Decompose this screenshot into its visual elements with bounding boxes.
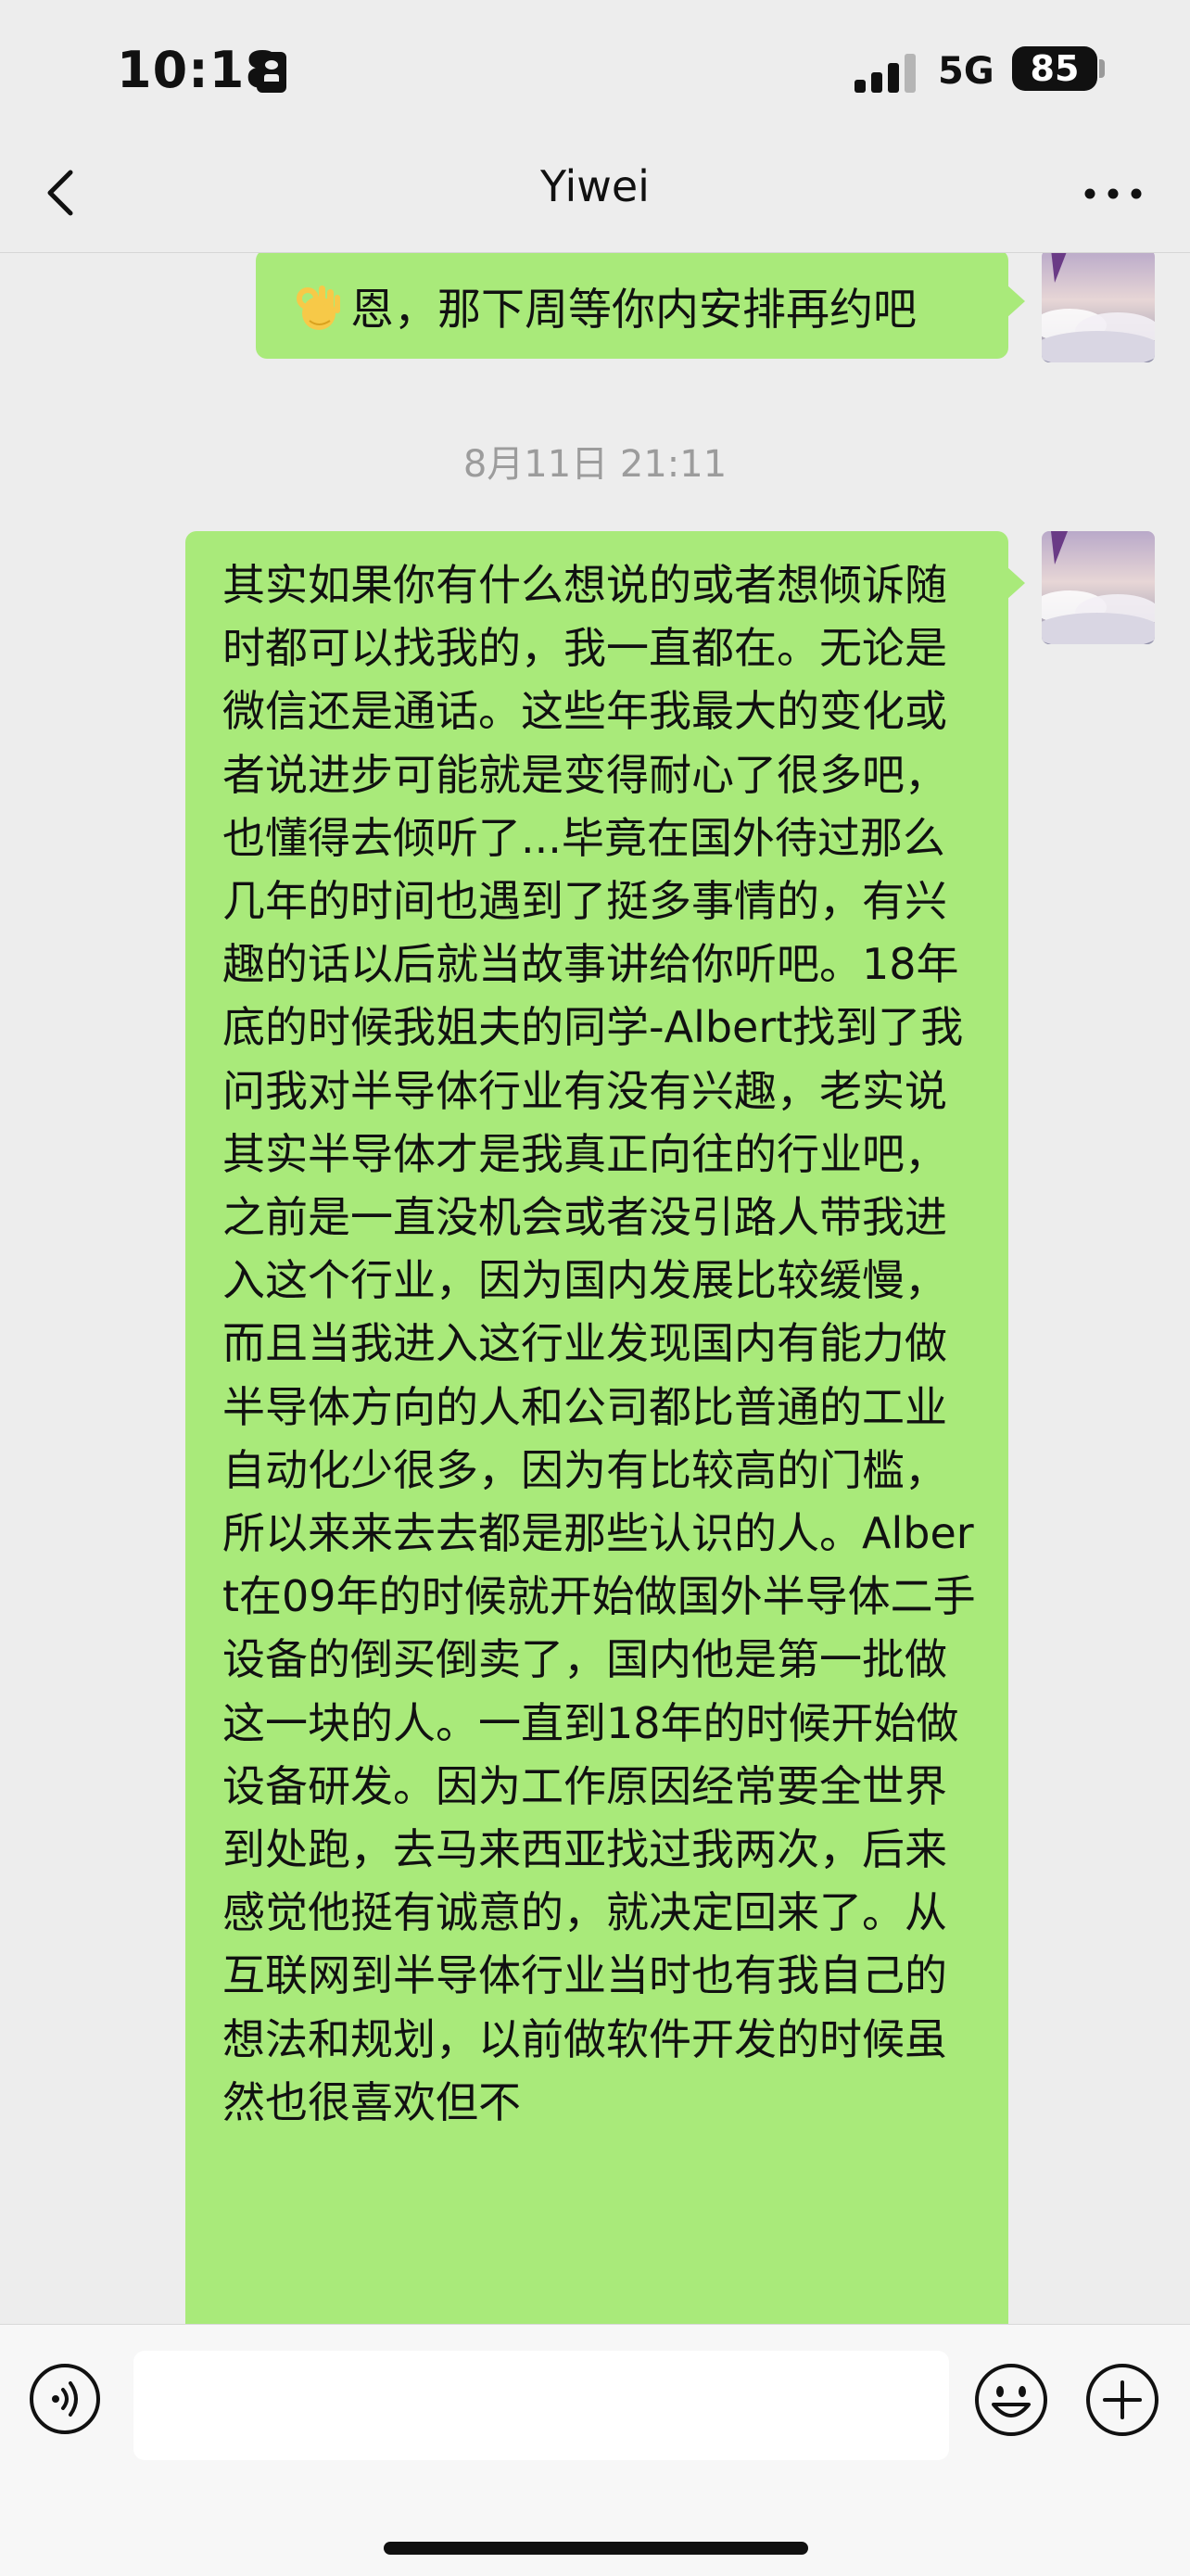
more-dots-icon	[1084, 188, 1142, 199]
message-timestamp: 8月11日 21:11	[462, 443, 728, 486]
chat-title: Yiwei	[540, 161, 650, 211]
voice-button[interactable]	[28, 2362, 102, 2436]
emoji-icon	[975, 2364, 1047, 2436]
contact-card-icon	[257, 52, 286, 93]
plus-button[interactable]	[1084, 2362, 1160, 2438]
chat-area[interactable]: 恩，那下周等你内安排再约吧 8月11日 21:11 其实如果你有什么想说的或者想…	[0, 253, 1190, 2324]
avatar-clouds-image	[1042, 253, 1155, 362]
message-content: 恩，那下周等你内安排再约吧	[291, 273, 917, 337]
sent-message-bubble[interactable]: 恩，那下周等你内安排再约吧	[256, 253, 1025, 359]
message-text: 其实如果你有什么想说的或者想倾诉随时都可以找我的，我一直都在。无论是微信还是通话…	[222, 560, 976, 2127]
home-indicator[interactable]	[384, 2542, 808, 2555]
ok-hand-icon	[297, 286, 340, 330]
signal-icon	[855, 52, 918, 93]
more-button[interactable]	[1081, 171, 1146, 217]
avatar[interactable]	[1042, 531, 1155, 644]
nav-bar: Yiwei	[0, 139, 1190, 253]
battery-tip	[1099, 59, 1105, 78]
avatar[interactable]	[1042, 253, 1155, 362]
message-input[interactable]	[133, 2351, 949, 2460]
plus-icon	[1086, 2364, 1158, 2436]
emoji-button[interactable]	[973, 2362, 1049, 2438]
input-bar	[0, 2324, 1190, 2576]
avatar-clouds-image	[1042, 531, 1155, 644]
sent-message-bubble[interactable]: 其实如果你有什么想说的或者想倾诉随时都可以找我的，我一直都在。无论是微信还是通话…	[185, 531, 1025, 2324]
status-bar: 10:18 5G 85	[0, 0, 1190, 139]
network-type: 5G	[938, 50, 994, 93]
voice-icon	[30, 2364, 100, 2434]
battery-icon: 85	[1012, 46, 1097, 91]
message-text: 恩，那下周等你内安排再约吧	[350, 285, 917, 336]
